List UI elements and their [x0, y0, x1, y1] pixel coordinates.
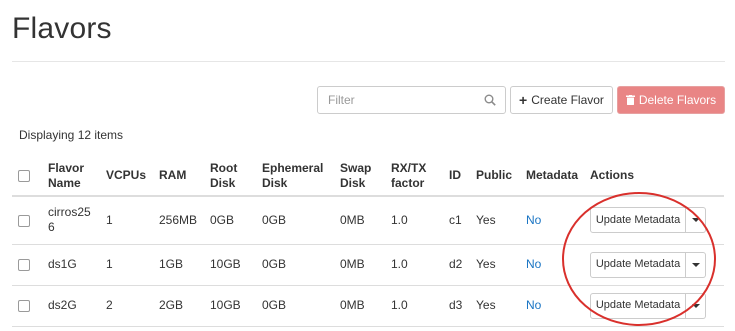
- vcpus-cell: 1: [100, 196, 153, 245]
- header-label: RX/TX: [391, 160, 427, 175]
- public-cell: Yes: [470, 244, 520, 286]
- page-title: Flavors: [12, 12, 112, 45]
- trash-icon: [625, 95, 635, 105]
- search-icon[interactable]: [484, 94, 496, 106]
- delete-flavors-label: Delete Flavors: [638, 93, 717, 107]
- header-label: Root: [210, 160, 238, 175]
- header-label: Disk: [262, 175, 288, 190]
- column-header-rxtx-factor[interactable]: RX/TX factor: [385, 152, 443, 197]
- column-header-actions: Actions: [584, 152, 724, 197]
- vcpus-cell: 2: [100, 285, 153, 327]
- ephemeral-disk-cell: 0GB: [256, 244, 334, 286]
- row-select-cell: [12, 196, 42, 245]
- row-actions: Update Metadata: [590, 207, 707, 234]
- header-label: Swap: [340, 160, 372, 175]
- plus-icon: +: [519, 92, 528, 108]
- column-header-ram[interactable]: RAM: [153, 152, 204, 197]
- column-header-ephemeral-disk[interactable]: Ephemeral Disk: [256, 152, 334, 197]
- table-row: cirros25 6 1 256MB 0GB 0GB 0MB 1.0 c1 Ye…: [12, 196, 724, 245]
- column-header-public[interactable]: Public: [470, 152, 520, 197]
- row-checkbox[interactable]: [18, 299, 30, 312]
- column-header-swap-disk[interactable]: Swap Disk: [334, 152, 385, 197]
- row-checkbox[interactable]: [18, 214, 30, 227]
- column-header-id[interactable]: ID: [443, 152, 470, 197]
- chevron-down-icon: [691, 218, 700, 223]
- rxtx-cell: 1.0: [385, 196, 443, 245]
- flavor-name: cirros25: [48, 205, 91, 220]
- actions-cell: Update Metadata: [584, 196, 724, 245]
- row-select-cell: [12, 244, 42, 286]
- metadata-link[interactable]: No: [526, 298, 541, 312]
- flavor-name-cell: ds1G: [42, 244, 100, 286]
- actions-dropdown-toggle[interactable]: [686, 207, 707, 234]
- actions-cell: Update Metadata: [584, 285, 724, 327]
- rxtx-cell: 1.0: [385, 285, 443, 327]
- root-disk-cell: 10GB: [204, 285, 256, 327]
- header-label: Ephemeral: [262, 160, 324, 175]
- item-count: Displaying 12 items: [19, 128, 124, 142]
- metadata-link[interactable]: No: [526, 257, 541, 271]
- update-metadata-button[interactable]: Update Metadata: [590, 292, 687, 319]
- header-label: Name: [48, 175, 81, 190]
- update-metadata-button[interactable]: Update Metadata: [590, 207, 687, 234]
- swap-disk-cell: 0MB: [334, 285, 385, 327]
- create-flavor-button[interactable]: + Create Flavor: [510, 86, 613, 114]
- actions-cell: Update Metadata: [584, 244, 724, 286]
- metadata-cell: No: [520, 244, 585, 286]
- row-actions: Update Metadata: [590, 292, 707, 319]
- id-cell: d3: [443, 285, 470, 327]
- chevron-down-icon: [691, 262, 700, 267]
- flavor-name-cell: cirros25 6: [42, 196, 100, 245]
- ephemeral-disk-cell: 0GB: [256, 196, 334, 245]
- public-cell: Yes: [470, 196, 520, 245]
- select-all-checkbox[interactable]: [18, 169, 30, 182]
- metadata-link[interactable]: No: [526, 213, 541, 227]
- vcpus-cell: 1: [100, 244, 153, 286]
- table-header-row: Flavor Name VCPUs RAM Root Disk Ephemera…: [12, 152, 724, 197]
- header-label: Disk: [210, 175, 236, 190]
- id-cell: d2: [443, 244, 470, 286]
- column-header-root-disk[interactable]: Root Disk: [204, 152, 256, 197]
- public-cell: Yes: [470, 285, 520, 327]
- flavor-name-wrap: 6: [48, 220, 55, 235]
- root-disk-cell: 0GB: [204, 196, 256, 245]
- actions-dropdown-toggle[interactable]: [686, 292, 707, 319]
- column-header-vcpus[interactable]: VCPUs: [100, 152, 153, 197]
- select-all-header: [12, 152, 42, 197]
- rxtx-cell: 1.0: [385, 244, 443, 286]
- create-flavor-label: Create Flavor: [531, 93, 604, 107]
- filter-box[interactable]: [317, 86, 506, 114]
- swap-disk-cell: 0MB: [334, 244, 385, 286]
- root-disk-cell: 10GB: [204, 244, 256, 286]
- column-header-metadata[interactable]: Metadata: [520, 152, 585, 197]
- update-metadata-button[interactable]: Update Metadata: [590, 251, 687, 278]
- table-row: ds2G 2 2GB 10GB 0GB 0MB 1.0 d3 Yes No Up…: [12, 285, 724, 327]
- row-checkbox[interactable]: [18, 258, 30, 271]
- row-select-cell: [12, 285, 42, 327]
- header-label: Disk: [340, 175, 366, 190]
- header-label: factor: [391, 175, 425, 190]
- ram-cell: 256MB: [153, 196, 204, 245]
- table-row: ds1G 1 1GB 10GB 0GB 0MB 1.0 d2 Yes No Up…: [12, 244, 724, 286]
- actions-dropdown-toggle[interactable]: [686, 251, 707, 278]
- ram-cell: 1GB: [153, 244, 204, 286]
- ephemeral-disk-cell: 0GB: [256, 285, 334, 327]
- title-divider: [12, 61, 725, 62]
- flavors-table: Flavor Name VCPUs RAM Root Disk Ephemera…: [12, 152, 724, 327]
- id-cell: c1: [443, 196, 470, 245]
- metadata-cell: No: [520, 196, 585, 245]
- column-header-flavor-name[interactable]: Flavor Name: [42, 152, 100, 197]
- header-label: Flavor: [48, 160, 85, 175]
- flavor-name-cell: ds2G: [42, 285, 100, 327]
- chevron-down-icon: [691, 303, 700, 308]
- swap-disk-cell: 0MB: [334, 196, 385, 245]
- metadata-cell: No: [520, 285, 585, 327]
- filter-input[interactable]: [318, 87, 478, 113]
- delete-flavors-button[interactable]: Delete Flavors: [617, 86, 725, 114]
- row-actions: Update Metadata: [590, 251, 707, 278]
- ram-cell: 2GB: [153, 285, 204, 327]
